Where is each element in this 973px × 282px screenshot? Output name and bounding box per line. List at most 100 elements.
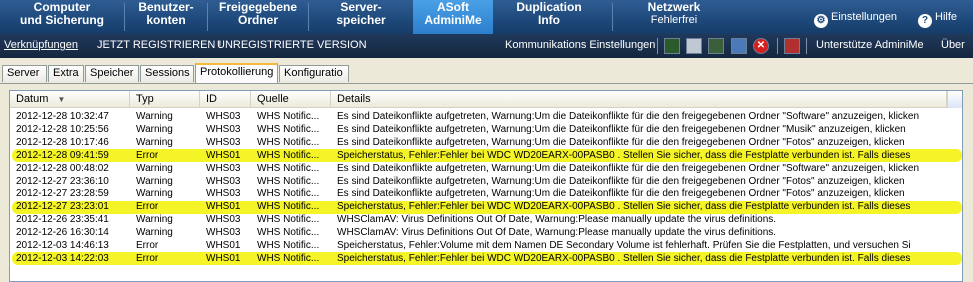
nav-tab-label: Server- — [340, 0, 382, 14]
cell-source: WHS Notific... — [257, 136, 320, 148]
cell-source: WHS Notific... — [257, 149, 320, 161]
cell-details: Es sind Dateikonflikte aufgetreten, Warn… — [337, 162, 920, 174]
table-header: Datum ▼ Typ ID Quelle Details — [10, 91, 962, 108]
camera-icon[interactable] — [784, 38, 800, 54]
cell-details: WHSClamAV: Virus Definitions Out Of Date… — [337, 227, 777, 239]
nav-tab-label: Computer — [33, 0, 91, 14]
cell-id: WHS03 — [206, 111, 241, 122]
register-link[interactable]: JETZT REGISTRIEREN ! — [97, 39, 221, 51]
cell-id: WHS03 — [206, 175, 241, 187]
cell-source: WHS Notific... — [257, 175, 320, 187]
table-row[interactable]: 2012-12-28 00:48:02 Warning WHS03 WHS Notif… — [10, 162, 962, 175]
tab-extra[interactable]: Extra — [48, 65, 84, 82]
nav-tab-label: Benutzer- — [138, 0, 194, 14]
nav-tab-network[interactable]: Netzwerk Fehlerfrei — [618, 0, 730, 34]
cell-date: 2012-12-28 09:41:59 — [16, 149, 109, 161]
cell-details: Es sind Dateikonflikte aufgetreten, Warn… — [337, 111, 920, 122]
cell-details: Speicherstatus, Fehler:Volume mit dem Na… — [337, 240, 911, 251]
monitor-icon[interactable] — [664, 38, 680, 54]
table-row[interactable]: 2012-12-28 10:32:47 Warning WHS03 WHS Notif… — [10, 111, 962, 123]
column-header-details[interactable]: Details — [331, 91, 947, 108]
nav-tab-label: Freigegebene — [218, 0, 298, 14]
communication-settings-link[interactable]: Kommunikations Einstellungen — [505, 39, 655, 51]
nav-tab-duplication-info[interactable]: Duplication Info — [494, 0, 604, 34]
table-row[interactable]: 2012-12-28 10:25:56 Warning WHS03 WHS Notif… — [10, 123, 962, 136]
tab-server[interactable]: Server — [2, 65, 47, 82]
tab-konfiguration[interactable]: Konfiguratio — [279, 65, 349, 82]
cell-id: WHS01 — [206, 252, 241, 264]
cell-type: Warning — [136, 123, 173, 135]
cell-id: WHS03 — [206, 136, 241, 148]
about-link[interactable]: Über — [941, 39, 965, 51]
terminal-icon[interactable] — [708, 38, 724, 54]
cell-details: Speicherstatus, Fehler:Fehler bei WDC WD… — [337, 149, 911, 161]
table-row[interactable]: 2012-12-26 23:35:41 Warning WHS03 WHS Notif… — [10, 214, 962, 226]
table-row[interactable]: 2012-12-27 23:23:01 Error WHS01 WHS Notific… — [10, 201, 962, 213]
cell-id: WHS03 — [206, 162, 241, 174]
nav-tab-server-storage[interactable]: Server- speicher — [309, 0, 413, 34]
table-row[interactable]: 2012-12-03 14:22:03 Error WHS01 WHS Notific… — [10, 252, 962, 265]
cell-date: 2012-12-28 10:25:56 — [16, 123, 109, 135]
close-icon[interactable]: ✕ — [753, 38, 769, 54]
nav-divider — [612, 3, 613, 31]
table-row[interactable]: 2012-12-28 09:41:59 Error WHS01 WHS Notific… — [10, 149, 962, 162]
column-header-date[interactable]: Datum ▼ — [10, 91, 130, 108]
scrollbar-up-button[interactable] — [947, 91, 962, 108]
toolbar-divider — [777, 38, 778, 54]
cell-source: WHS Notific... — [257, 240, 320, 251]
tab-sessions[interactable]: Sessions — [140, 65, 194, 82]
nav-tab-users[interactable]: Benutzer- konten — [125, 0, 207, 34]
cell-source: WHS Notific... — [257, 214, 320, 226]
cell-date: 2012-12-26 16:30:14 — [16, 227, 109, 239]
column-header-source[interactable]: Quelle — [251, 91, 331, 108]
cell-id: WHS03 — [206, 227, 241, 239]
cell-date: 2012-12-28 00:48:02 — [16, 162, 109, 174]
cell-type: Warning — [136, 136, 173, 148]
nav-tab-sublabel: konten — [146, 13, 186, 27]
support-link[interactable]: Unterstütze AdminiMe — [816, 39, 924, 51]
gear-icon: ⚙ — [814, 14, 828, 28]
cell-id: WHS03 — [206, 123, 241, 135]
settings-link[interactable]: ⚙ Einstellungen — [814, 11, 897, 28]
cell-source: WHS Notific... — [257, 227, 320, 239]
document-icon[interactable] — [686, 38, 702, 54]
cell-date: 2012-12-27 23:36:10 — [16, 175, 109, 187]
table-row[interactable]: 2012-12-27 23:28:59 Warning WHS03 WHS Notif… — [10, 188, 962, 200]
column-header-id[interactable]: ID — [200, 91, 251, 108]
toolbar: Verknüpfungen JETZT REGISTRIEREN ! UNREG… — [0, 34, 973, 58]
cell-id: WHS01 — [206, 201, 241, 213]
cell-source: WHS Notific... — [257, 201, 320, 213]
cell-type: Warning — [136, 175, 173, 187]
cell-date: 2012-12-27 23:23:01 — [16, 201, 109, 213]
column-header-type[interactable]: Typ — [130, 91, 200, 108]
cell-type: Warning — [136, 214, 173, 226]
nav-tab-adminime[interactable]: ASoft AdminiMe — [413, 0, 493, 34]
help-link[interactable]: ? Hilfe — [918, 11, 957, 28]
nav-tab-computer[interactable]: Computer und Sicherung — [0, 0, 124, 34]
cell-type: Error — [136, 240, 159, 251]
cell-date: 2012-12-26 23:35:41 — [16, 214, 109, 226]
table-row[interactable]: 2012-12-27 23:36:10 Warning WHS03 WHS Notif… — [10, 175, 962, 188]
nav-tab-label: ASoft — [437, 0, 469, 14]
cell-details: Es sind Dateikonflikte aufgetreten, Warn… — [337, 188, 905, 200]
table-row[interactable]: 2012-12-03 14:46:13 Error WHS01 WHS Notific… — [10, 240, 962, 252]
nav-tab-sublabel: und Sicherung — [20, 13, 104, 27]
log-table[interactable]: Datum ▼ Typ ID Quelle Details 2012-12-28… — [9, 90, 963, 282]
network-icon[interactable] — [731, 38, 747, 54]
links-menu[interactable]: Verknüpfungen — [4, 39, 78, 51]
cell-source: WHS Notific... — [257, 188, 320, 200]
cell-type: Error — [136, 201, 159, 213]
tab-protokollierung[interactable]: Protokollierung — [195, 63, 278, 83]
settings-label: Einstellungen — [831, 11, 898, 23]
tab-speicher[interactable]: Speicher — [85, 65, 139, 82]
cell-type: Warning — [136, 188, 173, 200]
table-row[interactable]: 2012-12-26 16:30:14 Warning WHS03 WHS Notif… — [10, 227, 962, 239]
cell-id: WHS03 — [206, 188, 241, 200]
nav-tab-shared-folders[interactable]: Freigegebene Ordner — [208, 0, 308, 34]
tab-strip: Server Extra Speicher Sessions Protokoll… — [0, 58, 973, 84]
toolbar-divider — [657, 38, 658, 54]
cell-id: WHS01 — [206, 240, 241, 251]
cell-id: WHS01 — [206, 149, 241, 161]
table-row[interactable]: 2012-12-28 10:17:46 Warning WHS03 WHS Notif… — [10, 136, 962, 149]
cell-source: WHS Notific... — [257, 162, 320, 174]
